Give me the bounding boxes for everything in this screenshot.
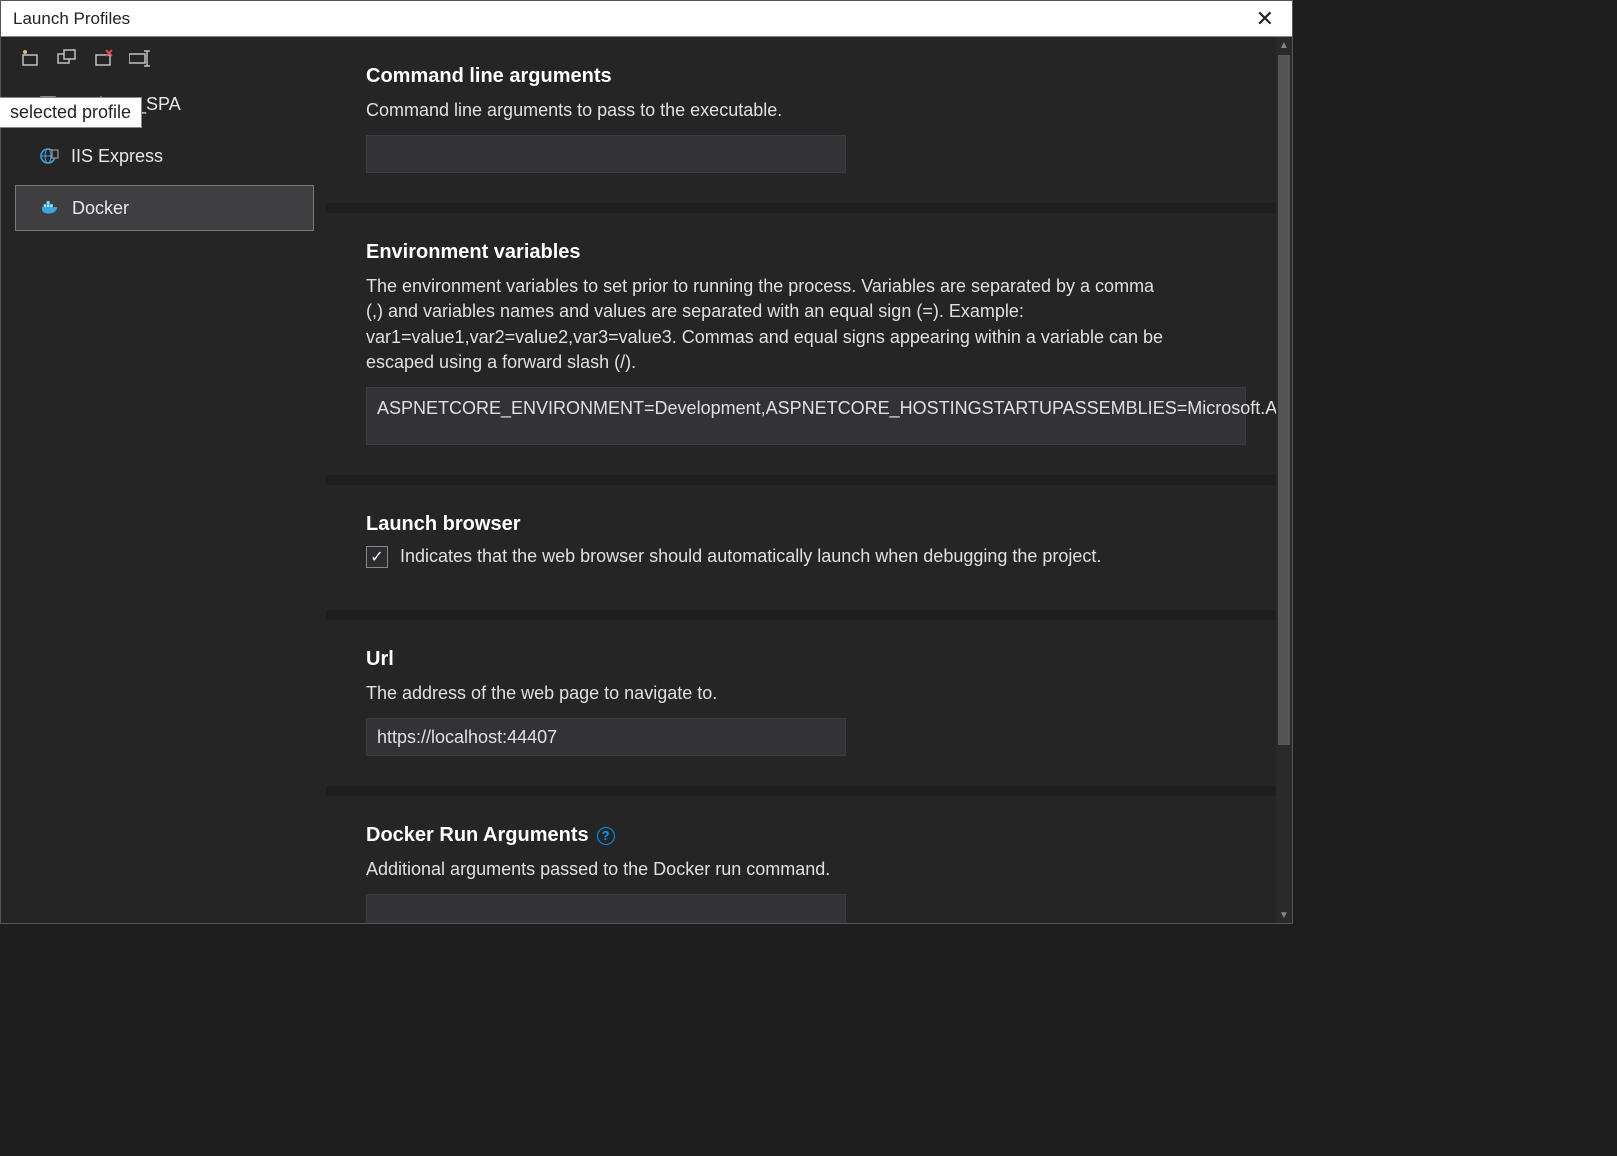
docker-icon xyxy=(40,198,60,218)
delete-profile-icon[interactable] xyxy=(93,49,115,67)
url-input[interactable]: https://localhost:44407 xyxy=(366,718,846,756)
launch-browser-label: Indicates that the web browser should au… xyxy=(400,546,1101,567)
duplicate-profile-icon[interactable] xyxy=(57,49,79,67)
sidebar-item-iis[interactable]: IIS Express xyxy=(15,133,314,179)
section-desc: The address of the web page to navigate … xyxy=(366,681,1176,706)
titlebar: Launch Profiles ✕ xyxy=(1,1,1292,37)
sidebar: selected profile Projects_SPA IIS Expres… xyxy=(1,37,326,923)
section-cmdline: Command line arguments Command line argu… xyxy=(326,37,1292,203)
section-env: Environment variables The environment va… xyxy=(326,213,1292,475)
launch-browser-checkbox[interactable]: ✓ xyxy=(366,546,388,568)
section-title: Launch browser xyxy=(366,513,1252,536)
scrollbar[interactable]: ▲ ▼ xyxy=(1276,37,1292,923)
tooltip-selected-profile: selected profile xyxy=(0,97,142,128)
profile-list: Projects_SPA IIS Express Docker xyxy=(1,79,326,923)
content-area: Command line arguments Command line argu… xyxy=(326,37,1292,923)
sidebar-item-docker[interactable]: Docker xyxy=(15,185,314,231)
section-launch-browser: Launch browser ✓ Indicates that the web … xyxy=(326,485,1292,610)
sidebar-toolbar xyxy=(1,37,326,79)
sidebar-item-label: IIS Express xyxy=(71,146,163,167)
rename-profile-icon[interactable] xyxy=(129,49,151,67)
scrollbar-thumb[interactable] xyxy=(1278,55,1290,745)
window-title: Launch Profiles xyxy=(13,9,130,29)
scroll-up-icon[interactable]: ▲ xyxy=(1276,37,1292,53)
section-desc: Command line arguments to pass to the ex… xyxy=(366,98,1176,123)
close-icon[interactable]: ✕ xyxy=(1248,4,1282,34)
section-desc: Additional arguments passed to the Docke… xyxy=(366,857,1176,882)
sidebar-item-label: Docker xyxy=(72,198,129,219)
section-title: Docker Run Arguments ? xyxy=(366,824,1252,847)
scroll-down-icon[interactable]: ▼ xyxy=(1276,907,1292,923)
section-desc: The environment variables to set prior t… xyxy=(366,274,1176,375)
env-input[interactable]: ASPNETCORE_ENVIRONMENT=Development,ASPNE… xyxy=(366,387,1246,445)
scroll-area: Command line arguments Command line argu… xyxy=(326,37,1292,923)
new-profile-icon[interactable] xyxy=(21,49,43,67)
section-docker-run: Docker Run Arguments ? Additional argume… xyxy=(326,796,1292,923)
section-title: Command line arguments xyxy=(366,65,1252,88)
help-icon[interactable]: ? xyxy=(597,827,615,845)
section-url: Url The address of the web page to navig… xyxy=(326,620,1292,786)
docker-run-input[interactable] xyxy=(366,894,846,923)
section-title: Url xyxy=(366,648,1252,671)
body: selected profile Projects_SPA IIS Expres… xyxy=(1,37,1292,923)
docker-run-title-text: Docker Run Arguments xyxy=(366,824,589,847)
globe-icon xyxy=(39,146,59,166)
cmdline-input[interactable] xyxy=(366,135,846,173)
section-title: Environment variables xyxy=(366,241,1252,264)
launch-browser-row: ✓ Indicates that the web browser should … xyxy=(366,546,1252,568)
